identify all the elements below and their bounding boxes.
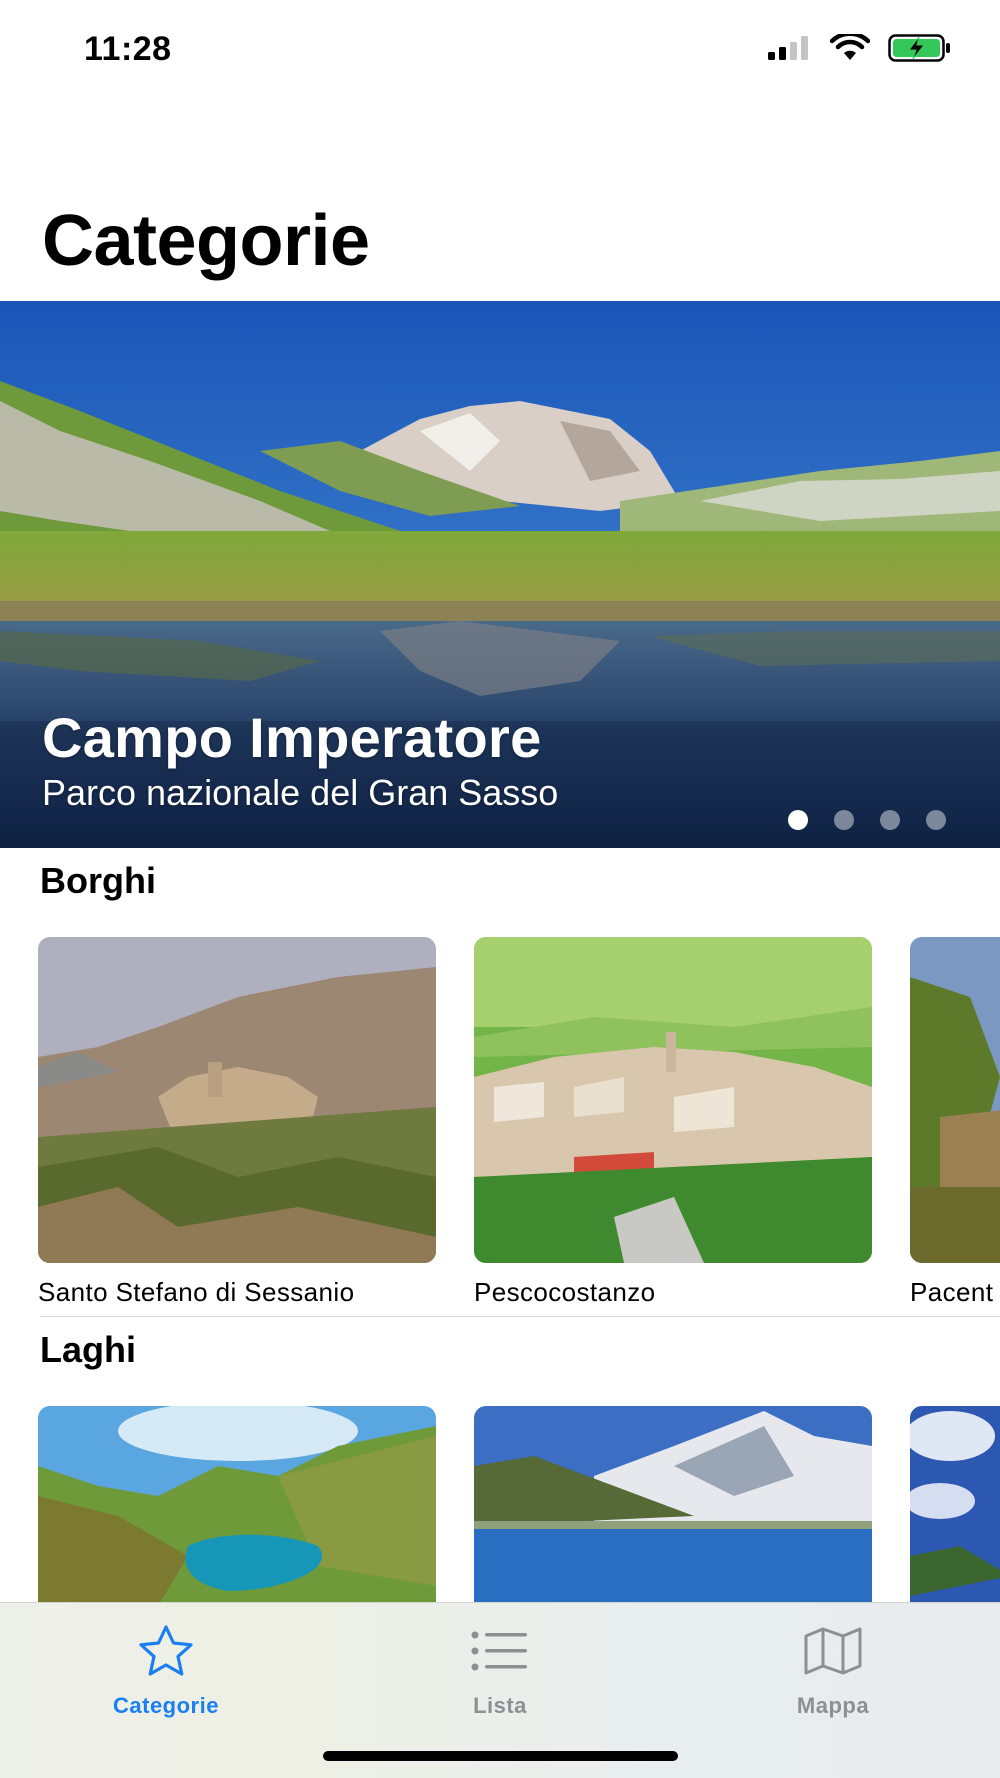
card-label: Santo Stefano di Sessanio	[38, 1277, 355, 1307]
tab-categorie[interactable]: Categorie	[66, 1603, 266, 1733]
home-indicator[interactable]	[323, 1751, 678, 1761]
hero-title: Campo Imperatore	[42, 706, 542, 769]
card-image-pescocostanzo	[474, 937, 872, 1263]
status-time: 11:28	[84, 30, 172, 68]
cellular-signal-icon	[768, 36, 808, 60]
tab-label: Mappa	[796, 1693, 870, 1718]
borghi-row[interactable]: Santo Stefano di Sessanio Pescocostanzo …	[0, 937, 1000, 1317]
card-pacentro[interactable]	[910, 937, 1000, 1263]
page-dot-1[interactable]	[788, 810, 808, 830]
status-icons	[768, 34, 952, 62]
tab-label: Lista	[473, 1693, 527, 1718]
battery-charging-icon	[888, 34, 950, 62]
card-santo-stefano[interactable]	[38, 937, 436, 1263]
laghi-row[interactable]	[0, 1406, 1000, 1602]
card-image-santo-stefano	[38, 937, 436, 1263]
card-label: Pacent	[910, 1277, 994, 1307]
list-icon	[470, 1623, 530, 1679]
wifi-icon	[830, 34, 870, 60]
star-icon	[134, 1623, 198, 1679]
card-image-lake-3	[910, 1406, 1000, 1602]
card-lake-2[interactable]	[474, 1406, 872, 1602]
status-bar: 11:28	[0, 0, 1000, 100]
card-lake-1[interactable]	[38, 1406, 436, 1602]
card-image-lake-2	[474, 1406, 872, 1602]
section-title-laghi: Laghi	[40, 1329, 136, 1370]
page-dot-4[interactable]	[926, 810, 946, 830]
section-divider	[40, 1316, 1000, 1317]
tab-mappa[interactable]: Mappa	[733, 1603, 933, 1733]
card-lake-3[interactable]	[910, 1406, 1000, 1602]
card-label: Pescocostanzo	[474, 1277, 656, 1307]
card-image-pacentro	[910, 937, 1000, 1263]
page-indicator[interactable]	[788, 810, 946, 830]
section-title-borghi: Borghi	[40, 860, 156, 901]
page-dot-2[interactable]	[834, 810, 854, 830]
tab-lista[interactable]: Lista	[400, 1603, 600, 1733]
card-pescocostanzo[interactable]	[474, 937, 872, 1263]
tab-label: Categorie	[113, 1693, 219, 1718]
card-image-lake-1	[38, 1406, 436, 1602]
map-icon	[803, 1623, 863, 1679]
page-title: Categorie	[42, 201, 370, 281]
page-dot-3[interactable]	[880, 810, 900, 830]
hero-subtitle: Parco nazionale del Gran Sasso	[42, 772, 559, 813]
